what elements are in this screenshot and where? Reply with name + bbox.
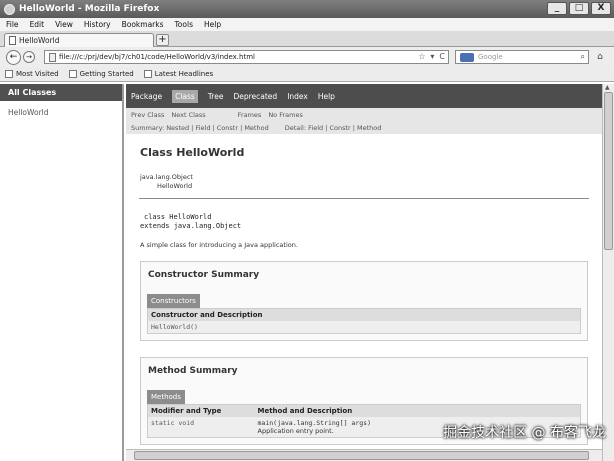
no-frames-link[interactable]: No Frames	[268, 111, 303, 119]
search-bar[interactable]: Google ⌕	[455, 50, 589, 64]
menu-history[interactable]: History	[84, 20, 111, 29]
bookmark-getting-started[interactable]: Getting Started	[68, 70, 134, 78]
inheritance-parent: java.lang.Object	[140, 173, 193, 181]
bookmarks-toolbar: Most Visited Getting Started Latest Head…	[0, 67, 614, 82]
summary-links[interactable]: Summary: Nested | Field | Constr | Metho…	[131, 124, 269, 132]
forward-button[interactable]: →	[23, 51, 35, 63]
frames-link[interactable]: Frames	[238, 111, 262, 119]
scroll-thumb[interactable]	[604, 92, 613, 250]
most-visited-icon	[5, 70, 13, 78]
nav-deprecated[interactable]: Deprecated	[233, 92, 277, 101]
getting-started-icon	[68, 70, 77, 78]
class-link-helloworld[interactable]: HelloWorld	[0, 101, 122, 117]
bookmark-label: Latest Headlines	[154, 70, 214, 78]
menu-edit[interactable]: Edit	[30, 20, 45, 29]
signature-line-2: extends java.lang.Object	[140, 222, 242, 230]
page-icon	[9, 36, 16, 45]
url-bar[interactable]: file:///c:/prj/dev/bj7/ch01/code/HelloWo…	[44, 50, 449, 64]
google-engine-icon[interactable]	[460, 52, 474, 62]
javadoc-sub-nav: Prev Class Next Class Frames No Frames S…	[126, 108, 602, 134]
tab-strip: HelloWorld +	[0, 31, 614, 47]
rss-feed-icon	[143, 70, 152, 78]
hscroll-thumb[interactable]	[134, 451, 589, 460]
nav-class[interactable]: Class	[172, 89, 198, 103]
bookmark-most-visited[interactable]: Most Visited	[5, 70, 59, 78]
class-description: A simple class for introducing a Java ap…	[140, 241, 298, 249]
firefox-icon	[4, 3, 15, 15]
maximize-button[interactable]: □	[569, 2, 589, 15]
horizontal-scrollbar[interactable]	[126, 449, 602, 461]
class-signature: class HelloWorld extends java.lang.Objec…	[126, 199, 602, 231]
nav-index[interactable]: Index	[287, 92, 308, 101]
constructor-summary: Constructor Summary Constructors Constru…	[140, 261, 588, 341]
back-button[interactable]: ←	[6, 49, 21, 65]
menu-file[interactable]: File	[6, 20, 19, 29]
bookmark-label: Getting Started	[79, 70, 134, 78]
constructor-table-header: Constructor and Description	[147, 308, 581, 321]
constructor-link[interactable]: HelloWorld()	[147, 321, 581, 334]
table-row: HelloWorld()	[147, 321, 581, 334]
page-title: Class HelloWorld	[140, 146, 245, 159]
prev-class-link[interactable]: Prev Class	[131, 111, 164, 119]
bookmark-latest-headlines[interactable]: Latest Headlines	[143, 70, 214, 78]
tab-helloworld[interactable]: HelloWorld	[4, 33, 154, 47]
constructors-caption: Constructors	[147, 294, 200, 308]
nav-tree[interactable]: Tree	[208, 92, 224, 101]
method-type: static void	[147, 417, 255, 438]
search-icon[interactable]: ⌕	[581, 52, 585, 62]
url-dropdown-icon[interactable]: ▾	[430, 52, 434, 61]
nav-package[interactable]: Package	[131, 92, 162, 101]
window-titlebar: HelloWorld - Mozilla Firefox _ □ X	[0, 0, 614, 18]
url-text: file:///c:/prj/dev/bj7/ch01/code/HelloWo…	[59, 53, 255, 61]
method-col-type: Modifier and Type	[147, 404, 255, 417]
method-summary-heading: Method Summary	[148, 366, 238, 376]
menu-bar: File Edit View History Bookmarks Tools H…	[0, 18, 614, 31]
window-controls: _ □ X	[547, 2, 611, 15]
menu-bookmarks[interactable]: Bookmarks	[122, 20, 164, 29]
bookmark-star-icon[interactable]: ☆	[418, 52, 425, 61]
vertical-scrollbar[interactable]: ▲	[602, 84, 614, 461]
method-col-desc: Method and Description	[254, 404, 581, 417]
bookmark-label: Most Visited	[16, 70, 59, 78]
menu-help[interactable]: Help	[204, 20, 221, 29]
page-content: All Classes HelloWorld Package Class Tre…	[0, 84, 614, 461]
window-title: HelloWorld - Mozilla Firefox	[19, 4, 160, 14]
constructor-table: Constructor and Description HelloWorld()	[147, 308, 581, 334]
all-classes-frame: All Classes HelloWorld	[0, 84, 124, 461]
reload-icon[interactable]: C	[439, 52, 445, 61]
minimize-button[interactable]: _	[547, 2, 567, 15]
site-identity-icon	[49, 52, 56, 62]
watermark: 掘金技术社区 @ 布客飞龙	[443, 425, 606, 441]
scroll-up-icon[interactable]: ▲	[605, 84, 610, 91]
class-frame: Package Class Tree Deprecated Index Help…	[126, 84, 602, 461]
inheritance-tree: java.lang.Object HelloWorld	[126, 159, 602, 191]
search-placeholder: Google	[478, 53, 503, 61]
close-button[interactable]: X	[591, 2, 611, 15]
home-icon[interactable]: ⌂	[594, 51, 606, 63]
constructor-summary-heading: Constructor Summary	[148, 270, 260, 280]
signature-line-1: class HelloWorld	[144, 213, 212, 221]
nav-help[interactable]: Help	[318, 92, 335, 101]
menu-tools[interactable]: Tools	[175, 20, 193, 29]
all-classes-heading: All Classes	[0, 84, 122, 101]
menu-view[interactable]: View	[55, 20, 73, 29]
navigation-bar: ← → file:///c:/prj/dev/bj7/ch01/code/Hel…	[0, 47, 614, 67]
next-class-link[interactable]: Next Class	[171, 111, 205, 119]
javadoc-top-nav: Package Class Tree Deprecated Index Help	[126, 84, 602, 108]
tab-title: HelloWorld	[19, 36, 60, 45]
new-tab-button[interactable]: +	[156, 34, 169, 46]
methods-caption: Methods	[147, 390, 185, 404]
inheritance-child: HelloWorld	[157, 182, 193, 190]
detail-links[interactable]: Detail: Field | Constr | Method	[285, 124, 382, 132]
